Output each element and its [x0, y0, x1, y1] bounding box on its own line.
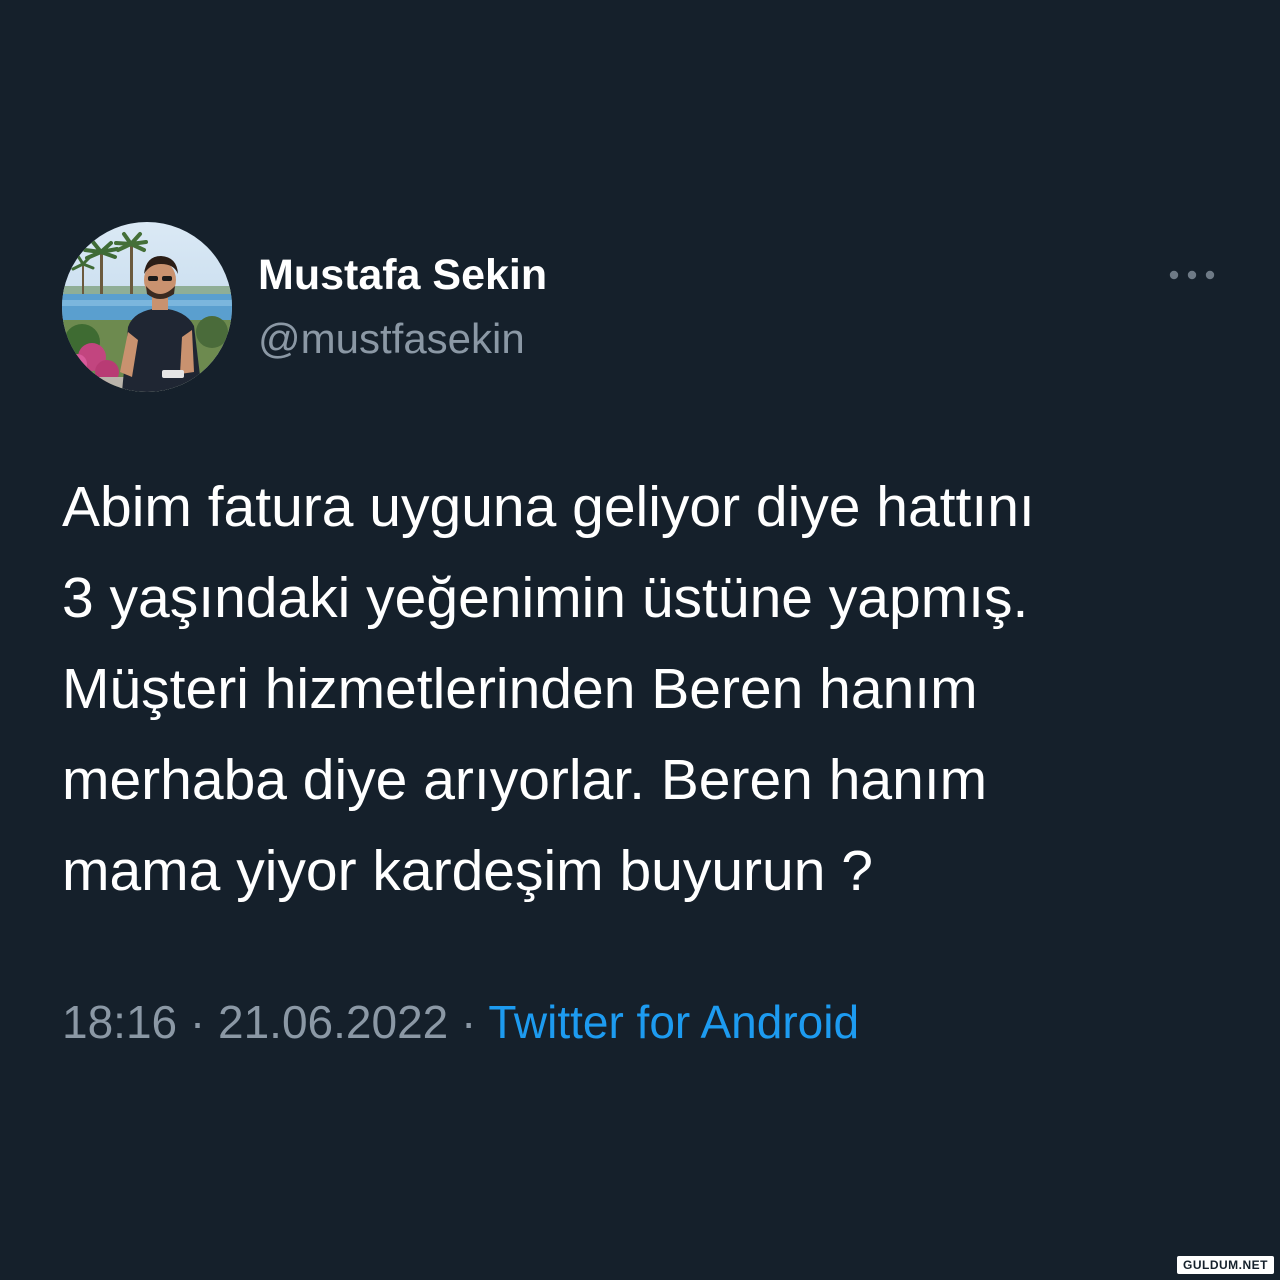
- tweet-source-link[interactable]: Twitter for Android: [488, 996, 859, 1048]
- meta-separator: ·: [461, 996, 477, 1048]
- tweet-meta: 18:16 · 21.06.2022 · Twitter for Android: [62, 992, 859, 1052]
- tweet-text-line: mama yiyor kardeşim buyurun ?: [62, 839, 873, 903]
- tweet-text-line: 3 yaşındaki yeğenimin üstüne yapmış.: [62, 566, 1029, 630]
- author-display-name[interactable]: Mustafa Sekin: [258, 251, 547, 299]
- tweet-card: Mustafa Sekin @mustfasekin Abim fatura u…: [0, 0, 1280, 1280]
- more-options-button[interactable]: [1162, 258, 1222, 292]
- site-watermark: GULDUM.NET: [1177, 1256, 1274, 1274]
- meta-separator: ·: [189, 996, 206, 1048]
- tweet-text: Abim fatura uyguna geliyor diye hattını …: [62, 462, 1242, 917]
- more-options-icon: [1169, 270, 1215, 280]
- tweet-text-line: merhaba diye arıyorlar. Beren hanım: [62, 748, 988, 812]
- tweet-text-line: Abim fatura uyguna geliyor diye hattını: [62, 475, 1035, 539]
- tweet-text-line: Müşteri hizmetlerinden Beren hanım: [62, 657, 978, 721]
- tweet-date[interactable]: 21.06.2022: [218, 996, 448, 1048]
- author-handle[interactable]: @mustfasekin: [258, 315, 525, 362]
- avatar-photo: [62, 222, 232, 392]
- tweet-time[interactable]: 18:16: [62, 996, 177, 1048]
- avatar[interactable]: [62, 222, 232, 392]
